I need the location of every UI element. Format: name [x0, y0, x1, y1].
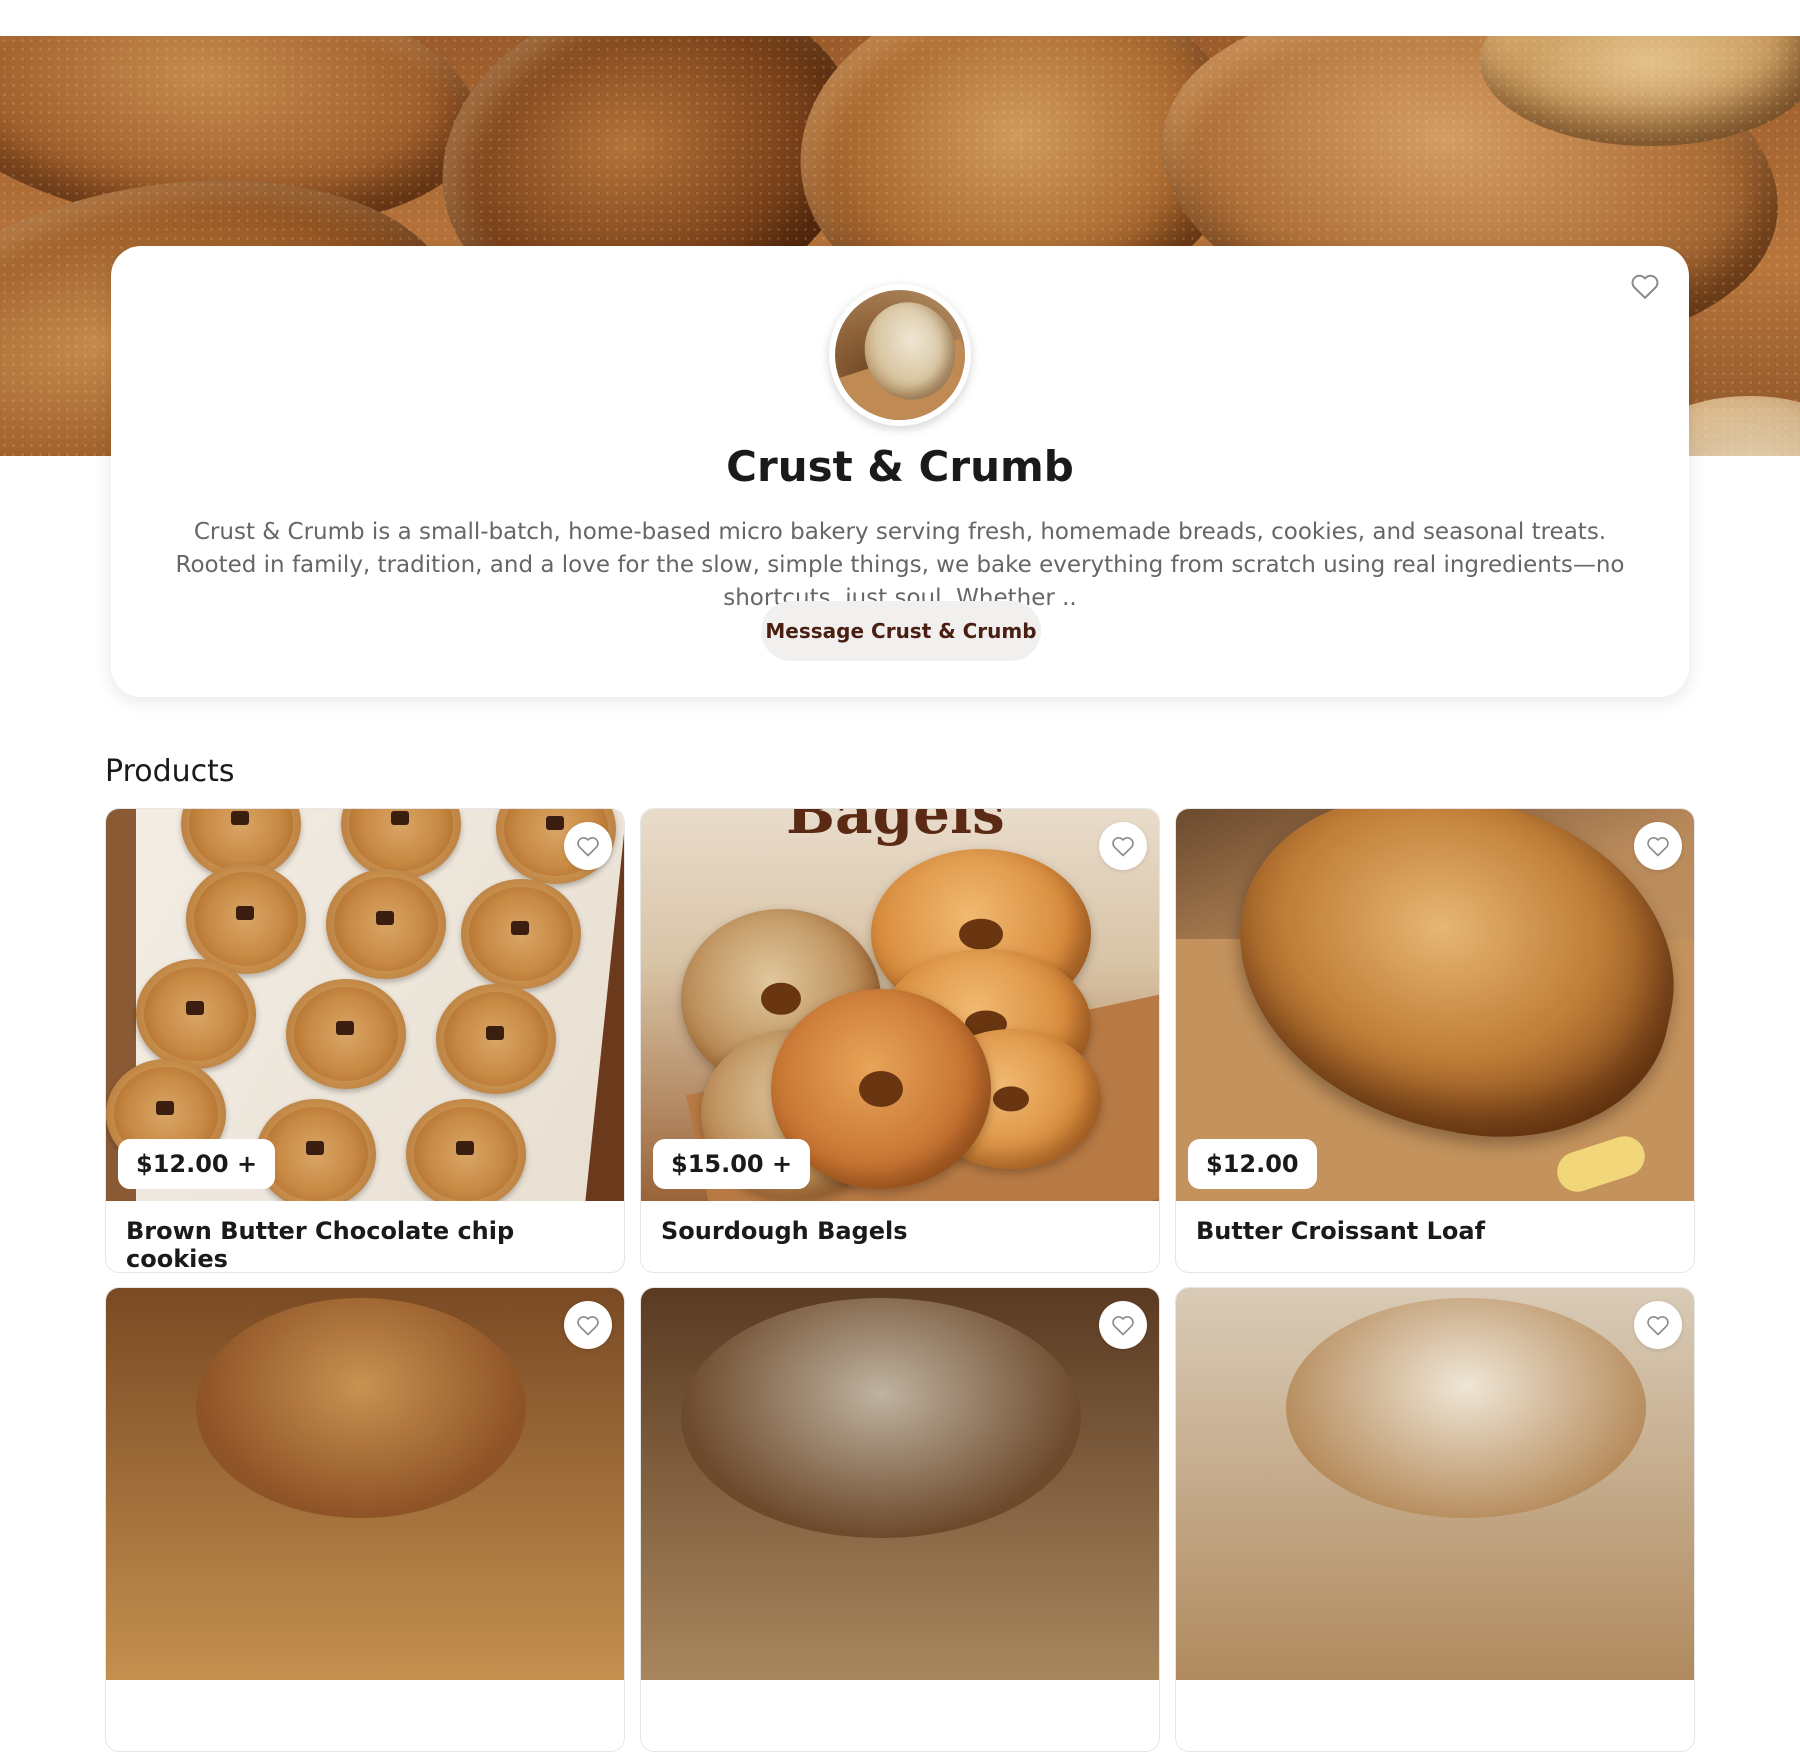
product-card[interactable] [105, 1287, 625, 1752]
favorite-product-button[interactable] [1634, 822, 1682, 870]
bagels-banner-text: Bagels [786, 809, 1005, 847]
store-name: Crust & Crumb [726, 442, 1074, 491]
products-heading: Products [105, 754, 235, 789]
product-card-bagels[interactable]: Bagels $15.00 + Sourdough Bagels [640, 808, 1160, 1273]
heart-outline-icon [1647, 1316, 1669, 1336]
product-image [641, 1288, 1159, 1680]
store-avatar [829, 284, 971, 426]
favorite-product-button[interactable] [1634, 1301, 1682, 1349]
product-card[interactable] [640, 1287, 1160, 1752]
favorite-product-button[interactable] [1099, 1301, 1147, 1349]
product-image [1176, 1288, 1694, 1680]
heart-outline-icon [1647, 837, 1669, 857]
heart-outline-icon [577, 837, 599, 857]
product-card-cookies[interactable]: $12.00 + Brown Butter Chocolate chip coo… [105, 808, 625, 1273]
top-bar [0, 0, 1800, 36]
favorite-product-button[interactable] [564, 1301, 612, 1349]
favorite-product-button[interactable] [564, 822, 612, 870]
product-image [106, 1288, 624, 1680]
favorite-product-button[interactable] [1099, 822, 1147, 870]
heart-outline-icon [577, 1316, 599, 1336]
store-profile-card: Crust & Crumb Crust & Crumb is a small-b… [111, 246, 1689, 697]
heart-outline-icon [1631, 274, 1659, 299]
heart-outline-icon [1112, 837, 1134, 857]
product-title: Butter Croissant Loaf [1196, 1217, 1486, 1245]
product-price: $12.00 [1188, 1139, 1317, 1189]
favorite-store-button[interactable] [1627, 268, 1663, 304]
product-price: $15.00 + [653, 1139, 811, 1189]
product-card[interactable] [1175, 1287, 1695, 1752]
product-title: Brown Butter Chocolate chip cookies [126, 1217, 515, 1273]
product-price: $12.00 + [118, 1139, 276, 1189]
heart-outline-icon [1112, 1316, 1134, 1336]
product-title: Sourdough Bagels [661, 1217, 908, 1245]
product-card-croissant-loaf[interactable]: $12.00 Butter Croissant Loaf [1175, 808, 1695, 1273]
message-store-button[interactable]: Message Crust & Crumb [761, 601, 1041, 661]
